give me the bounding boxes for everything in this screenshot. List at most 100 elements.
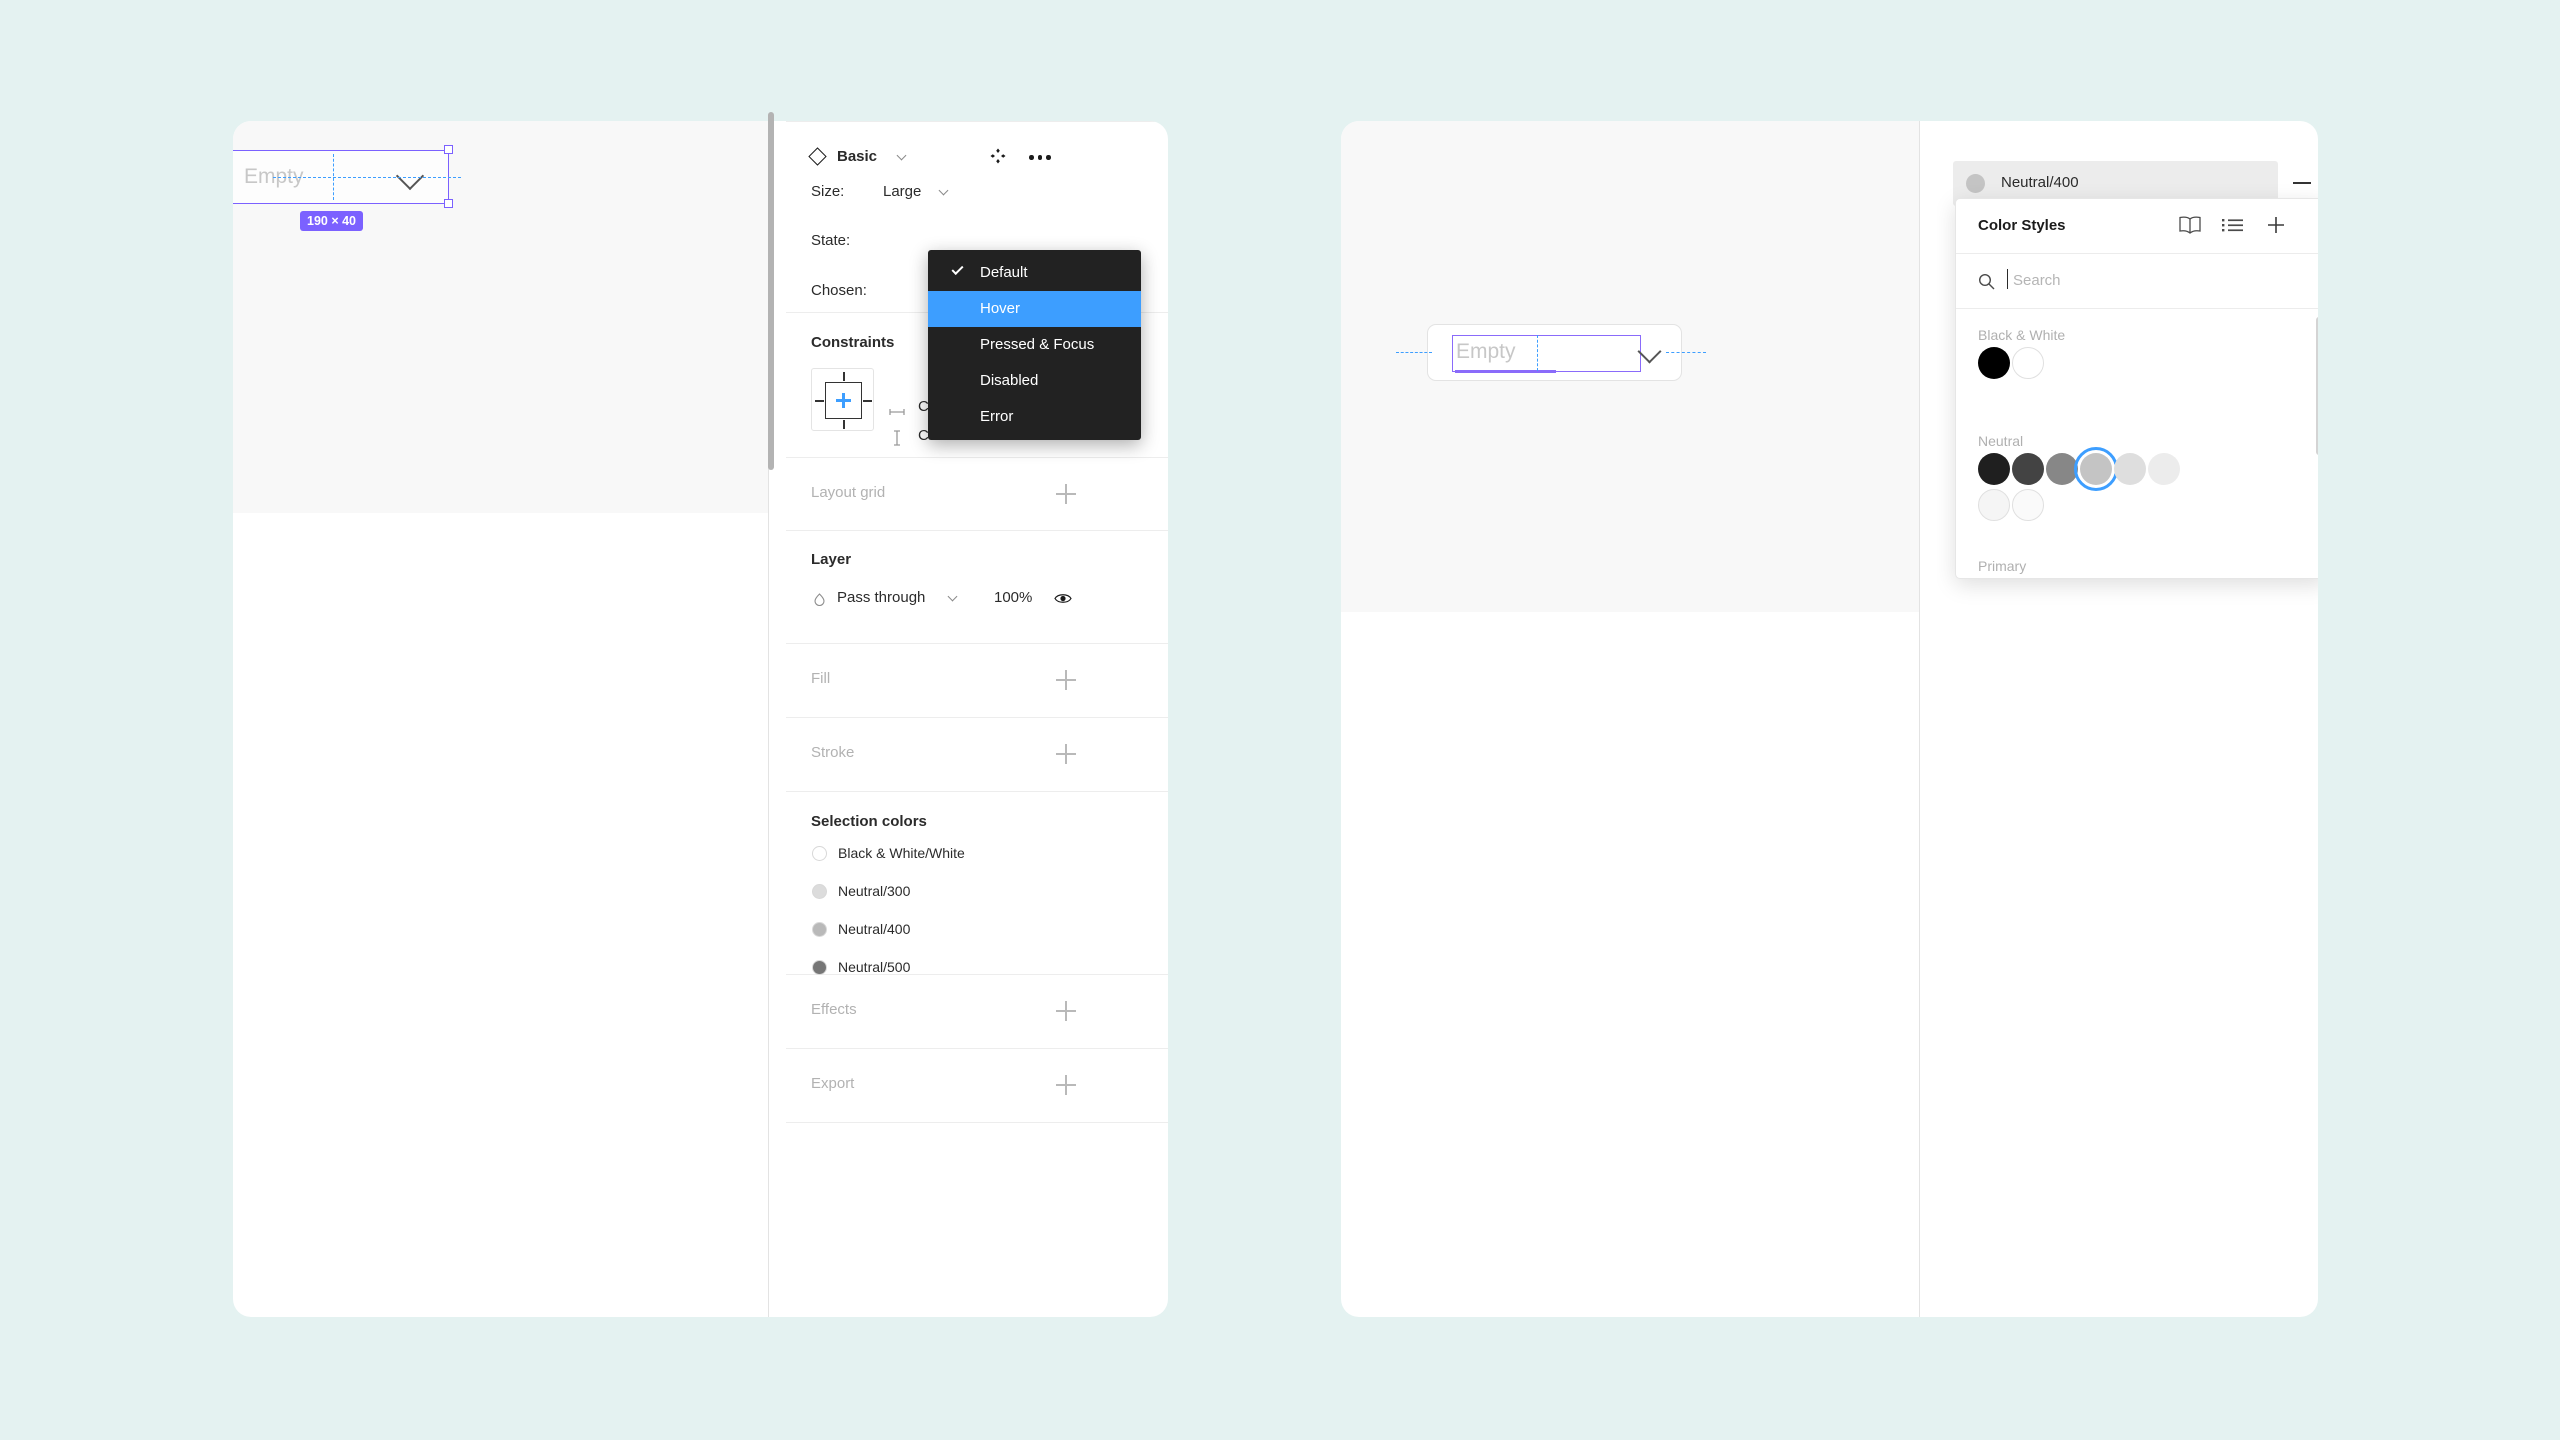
remove-style-minus-icon[interactable] bbox=[2293, 182, 2311, 184]
add-effect-plus-icon[interactable] bbox=[1056, 1001, 1076, 1021]
add-stroke-plus-icon[interactable] bbox=[1056, 744, 1076, 764]
layer-section: Layer Pass through 100% bbox=[786, 531, 1168, 644]
color-swatch[interactable] bbox=[1978, 453, 2010, 485]
library-book-icon[interactable] bbox=[2178, 215, 2202, 235]
group-title-neutral: Neutral bbox=[1978, 433, 2024, 449]
left-canvas[interactable]: Empty 190 × 40 bbox=[233, 121, 768, 1317]
resize-handle-top-right[interactable] bbox=[444, 145, 453, 154]
selection-color-swatch[interactable] bbox=[812, 960, 827, 975]
fill-section: Fill bbox=[786, 644, 1168, 718]
color-swatch[interactable] bbox=[2012, 489, 2044, 521]
canvas-scrollbar[interactable] bbox=[768, 112, 774, 470]
right-canvas[interactable]: Empty bbox=[1341, 121, 1919, 1317]
state-menu-item[interactable]: Hover bbox=[928, 291, 1141, 327]
selection-colors-section: Selection colors Black & White/White Neut… bbox=[786, 792, 1168, 975]
export-section: Export bbox=[786, 1049, 1168, 1123]
eye-icon[interactable] bbox=[1054, 592, 1072, 605]
add-export-plus-icon[interactable] bbox=[1056, 1075, 1076, 1095]
fill-title: Fill bbox=[811, 670, 831, 687]
selection-color-name: Black & White/White bbox=[838, 845, 965, 861]
selection-colors-title: Selection colors bbox=[811, 813, 927, 830]
hover-state-component[interactable]: Empty bbox=[1427, 324, 1682, 381]
selection-color-name: Neutral/500 bbox=[838, 959, 911, 975]
right-window-group: Empty Neutral/400 Color Styles Search Bl… bbox=[1341, 121, 2318, 1317]
more-options-icon[interactable] bbox=[1029, 155, 1051, 160]
selected-style-name: Neutral/400 bbox=[2001, 174, 2079, 191]
export-title: Export bbox=[811, 1075, 855, 1092]
alignment-guide-vertical bbox=[1537, 335, 1538, 371]
state-menu-item-label: Default bbox=[980, 264, 1028, 281]
list-view-icon[interactable] bbox=[2222, 215, 2244, 235]
hover-underline bbox=[1455, 370, 1556, 373]
state-menu-item[interactable]: Disabled bbox=[928, 363, 1141, 399]
stroke-title: Stroke bbox=[811, 744, 855, 761]
color-styles-header: Color Styles bbox=[1956, 199, 2318, 254]
search-input[interactable]: Search bbox=[2013, 272, 2061, 289]
component-diamond-icon bbox=[808, 147, 827, 166]
selection-color-name: Neutral/300 bbox=[838, 883, 911, 899]
check-icon bbox=[951, 262, 964, 276]
color-swatch[interactable] bbox=[1978, 489, 2010, 521]
color-swatch[interactable] bbox=[2012, 453, 2044, 485]
blend-mode-chevron-down-icon[interactable] bbox=[947, 591, 958, 602]
size-chevron-down-icon[interactable] bbox=[938, 185, 949, 196]
selection-color-name: Neutral/400 bbox=[838, 921, 911, 937]
alignment-guide-left bbox=[1396, 352, 1432, 353]
state-menu-item[interactable]: Default bbox=[928, 255, 1141, 291]
resize-handle-bottom-right[interactable] bbox=[444, 199, 453, 208]
selection-color-swatch[interactable] bbox=[812, 846, 827, 861]
add-layout-grid-plus-icon[interactable] bbox=[1056, 484, 1076, 504]
color-styles-list[interactable]: Black & White Neutral Primary Auxiliary bbox=[1956, 309, 2318, 578]
group-title-primary: Primary bbox=[1978, 558, 2027, 574]
layout-grid-title: Layout grid bbox=[811, 484, 886, 501]
color-swatch[interactable] bbox=[2148, 453, 2180, 485]
alignment-guide-right bbox=[1666, 352, 1706, 353]
color-styles-popup: Color Styles Search Black & White Neutra… bbox=[1955, 198, 2318, 579]
color-styles-search-row[interactable]: Search bbox=[1956, 254, 2318, 309]
state-menu-item-label: Pressed & Focus bbox=[980, 336, 1095, 353]
hover-placeholder-text: Empty bbox=[1456, 340, 1516, 363]
component-swap-chevron-down-icon[interactable] bbox=[896, 150, 907, 161]
size-badge: 190 × 40 bbox=[300, 211, 364, 231]
color-swatch[interactable] bbox=[1978, 347, 2010, 379]
color-swatch[interactable] bbox=[2114, 453, 2146, 485]
horizontal-constraint-icon bbox=[889, 403, 905, 415]
alignment-guide-vertical bbox=[333, 154, 334, 200]
constraint-widget[interactable] bbox=[811, 368, 874, 431]
selection-color-swatch[interactable] bbox=[812, 884, 827, 899]
state-menu-item-label: Error bbox=[980, 408, 1014, 425]
prop-label-state: State: bbox=[811, 232, 851, 249]
add-style-plus-icon[interactable] bbox=[2266, 215, 2286, 235]
state-menu-item-label: Disabled bbox=[980, 372, 1039, 389]
alignment-guide-horizontal bbox=[273, 177, 461, 178]
stroke-section: Stroke bbox=[786, 718, 1168, 792]
constraints-title: Constraints bbox=[811, 334, 895, 351]
reset-instance-icon[interactable] bbox=[990, 148, 1006, 164]
state-dropdown-menu[interactable]: Default Hover Pressed & Focus Disabled Error bbox=[928, 250, 1141, 440]
search-icon bbox=[1978, 273, 1995, 290]
prop-label-size: Size: bbox=[811, 183, 845, 200]
component-name: Basic bbox=[837, 148, 878, 165]
layer-title: Layer bbox=[811, 551, 852, 568]
color-swatch[interactable] bbox=[2012, 347, 2044, 379]
search-text-caret bbox=[2007, 269, 2009, 289]
color-styles-title: Color Styles bbox=[1978, 217, 2066, 234]
layout-grid-section: Layout grid bbox=[786, 458, 1168, 531]
group-title-black-white: Black & White bbox=[1978, 327, 2066, 343]
layer-opacity-value[interactable]: 100% bbox=[994, 589, 1032, 606]
add-fill-plus-icon[interactable] bbox=[1056, 670, 1076, 690]
prop-label-chosen: Chosen: bbox=[811, 282, 867, 299]
color-styles-scrollbar[interactable] bbox=[2316, 317, 2318, 455]
state-menu-item[interactable]: Error bbox=[928, 399, 1141, 435]
selected-style-swatch bbox=[1966, 174, 1985, 193]
screen-root: Empty 190 × 40 Basic Size: Large State: … bbox=[0, 0, 2560, 1440]
effects-title: Effects bbox=[811, 1001, 857, 1018]
state-menu-item[interactable]: Pressed & Focus bbox=[928, 327, 1141, 363]
effects-section: Effects bbox=[786, 975, 1168, 1049]
blend-mode-value[interactable]: Pass through bbox=[837, 589, 925, 606]
color-swatch[interactable] bbox=[2080, 453, 2112, 485]
vertical-constraint-icon bbox=[893, 430, 901, 446]
chevron-down-icon bbox=[395, 161, 425, 191]
selection-color-swatch[interactable] bbox=[812, 922, 827, 937]
prop-value-size[interactable]: Large bbox=[883, 183, 921, 200]
